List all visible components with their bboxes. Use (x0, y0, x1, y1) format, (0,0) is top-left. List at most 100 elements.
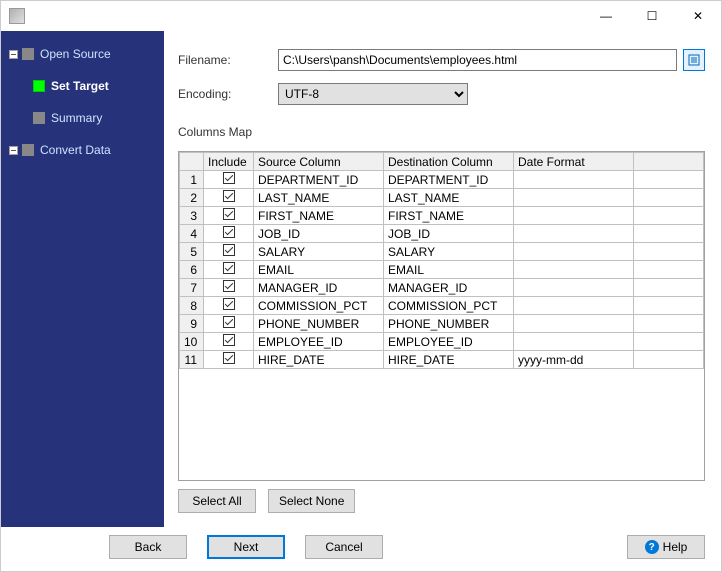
help-button[interactable]: ? Help (627, 535, 705, 559)
row-number: 4 (180, 225, 204, 243)
source-cell[interactable]: SALARY (254, 243, 384, 261)
sidebar-item-open-source[interactable]: Open Source (1, 43, 164, 65)
date-format-cell[interactable]: yyyy-mm-dd (514, 351, 634, 369)
select-none-button[interactable]: Select None (268, 489, 355, 513)
table-row[interactable]: 10EMPLOYEE_IDEMPLOYEE_ID (180, 333, 704, 351)
destination-cell[interactable]: MANAGER_ID (384, 279, 514, 297)
encoding-label: Encoding: (178, 87, 278, 101)
include-cell[interactable] (204, 225, 254, 243)
minimize-button[interactable]: — (583, 1, 629, 31)
include-cell[interactable] (204, 243, 254, 261)
date-format-cell[interactable] (514, 189, 634, 207)
back-button[interactable]: Back (109, 535, 187, 559)
close-button[interactable]: ✕ (675, 1, 721, 31)
next-button[interactable]: Next (207, 535, 285, 559)
date-format-cell[interactable] (514, 315, 634, 333)
sidebar-item-set-target[interactable]: Set Target (1, 75, 164, 97)
destination-cell[interactable]: PHONE_NUMBER (384, 315, 514, 333)
source-cell[interactable]: FIRST_NAME (254, 207, 384, 225)
destination-cell[interactable]: LAST_NAME (384, 189, 514, 207)
titlebar-left (9, 8, 25, 24)
pad-cell (634, 225, 704, 243)
destination-cell[interactable]: HIRE_DATE (384, 351, 514, 369)
destination-cell[interactable]: EMPLOYEE_ID (384, 333, 514, 351)
include-cell[interactable] (204, 351, 254, 369)
date-format-cell[interactable] (514, 261, 634, 279)
destination-cell[interactable]: SALARY (384, 243, 514, 261)
table-row[interactable]: 8COMMISSION_PCTCOMMISSION_PCT (180, 297, 704, 315)
browse-button[interactable] (683, 49, 705, 71)
header-destination[interactable]: Destination Column (384, 153, 514, 171)
header-include[interactable]: Include (204, 153, 254, 171)
pad-cell (634, 279, 704, 297)
footer: Back Next Cancel ? Help (1, 527, 721, 571)
table-row[interactable]: 6EMAILEMAIL (180, 261, 704, 279)
source-cell[interactable]: COMMISSION_PCT (254, 297, 384, 315)
checkbox-checked-icon (223, 244, 235, 256)
include-cell[interactable] (204, 279, 254, 297)
include-cell[interactable] (204, 171, 254, 189)
destination-cell[interactable]: EMAIL (384, 261, 514, 279)
table-row[interactable]: 9PHONE_NUMBERPHONE_NUMBER (180, 315, 704, 333)
file-browse-icon (687, 53, 701, 67)
pad-cell (634, 189, 704, 207)
pad-cell (634, 207, 704, 225)
table-row[interactable]: 11HIRE_DATEHIRE_DATEyyyy-mm-dd (180, 351, 704, 369)
header-source[interactable]: Source Column (254, 153, 384, 171)
pad-cell (634, 297, 704, 315)
sidebar-item-summary[interactable]: Summary (1, 107, 164, 129)
destination-cell[interactable]: JOB_ID (384, 225, 514, 243)
table-row[interactable]: 2LAST_NAMELAST_NAME (180, 189, 704, 207)
date-format-cell[interactable] (514, 207, 634, 225)
app-icon (9, 8, 25, 24)
maximize-button[interactable]: ☐ (629, 1, 675, 31)
date-format-cell[interactable] (514, 279, 634, 297)
include-cell[interactable] (204, 315, 254, 333)
include-cell[interactable] (204, 333, 254, 351)
include-cell[interactable] (204, 189, 254, 207)
checkbox-checked-icon (223, 172, 235, 184)
destination-cell[interactable]: DEPARTMENT_ID (384, 171, 514, 189)
destination-cell[interactable]: COMMISSION_PCT (384, 297, 514, 315)
select-all-button[interactable]: Select All (178, 489, 256, 513)
source-cell[interactable]: HIRE_DATE (254, 351, 384, 369)
table-row[interactable]: 1 DEPARTMENT_IDDEPARTMENT_ID (180, 171, 704, 189)
source-cell[interactable]: PHONE_NUMBER (254, 315, 384, 333)
date-format-cell[interactable] (514, 171, 634, 189)
filename-row: Filename: (178, 49, 705, 71)
source-cell[interactable]: DEPARTMENT_ID (254, 171, 384, 189)
sidebar-item-label: Summary (51, 111, 102, 125)
checkbox-checked-icon (223, 298, 235, 310)
table-row[interactable]: 5SALARYSALARY (180, 243, 704, 261)
date-format-cell[interactable] (514, 243, 634, 261)
table-row[interactable]: 4 JOB_IDJOB_ID (180, 225, 704, 243)
destination-cell[interactable]: FIRST_NAME (384, 207, 514, 225)
source-cell[interactable]: EMPLOYEE_ID (254, 333, 384, 351)
pad-cell (634, 243, 704, 261)
table-row[interactable]: 3FIRST_NAMEFIRST_NAME (180, 207, 704, 225)
step-bullet-icon (22, 48, 34, 60)
step-bullet-icon (33, 80, 45, 92)
source-cell[interactable]: MANAGER_ID (254, 279, 384, 297)
include-cell[interactable] (204, 207, 254, 225)
date-format-cell[interactable] (514, 297, 634, 315)
cancel-button[interactable]: Cancel (305, 535, 383, 559)
include-cell[interactable] (204, 261, 254, 279)
source-cell[interactable]: JOB_ID (254, 225, 384, 243)
filename-input[interactable] (278, 49, 677, 71)
header-date[interactable]: Date Format (514, 153, 634, 171)
corner-cell (180, 153, 204, 171)
source-cell[interactable]: LAST_NAME (254, 189, 384, 207)
table-row[interactable]: 7MANAGER_IDMANAGER_ID (180, 279, 704, 297)
sidebar: Open Source Set Target Summary Convert D… (1, 31, 164, 527)
checkbox-checked-icon (223, 334, 235, 346)
encoding-select[interactable]: UTF-8 (278, 83, 468, 105)
row-number: 1 (180, 171, 204, 189)
sidebar-item-convert-data[interactable]: Convert Data (1, 139, 164, 161)
source-cell[interactable]: EMAIL (254, 261, 384, 279)
columns-map-grid[interactable]: Include Source Column Destination Column… (178, 151, 705, 481)
include-cell[interactable] (204, 297, 254, 315)
date-format-cell[interactable] (514, 225, 634, 243)
date-format-cell[interactable] (514, 333, 634, 351)
checkbox-checked-icon (223, 316, 235, 328)
